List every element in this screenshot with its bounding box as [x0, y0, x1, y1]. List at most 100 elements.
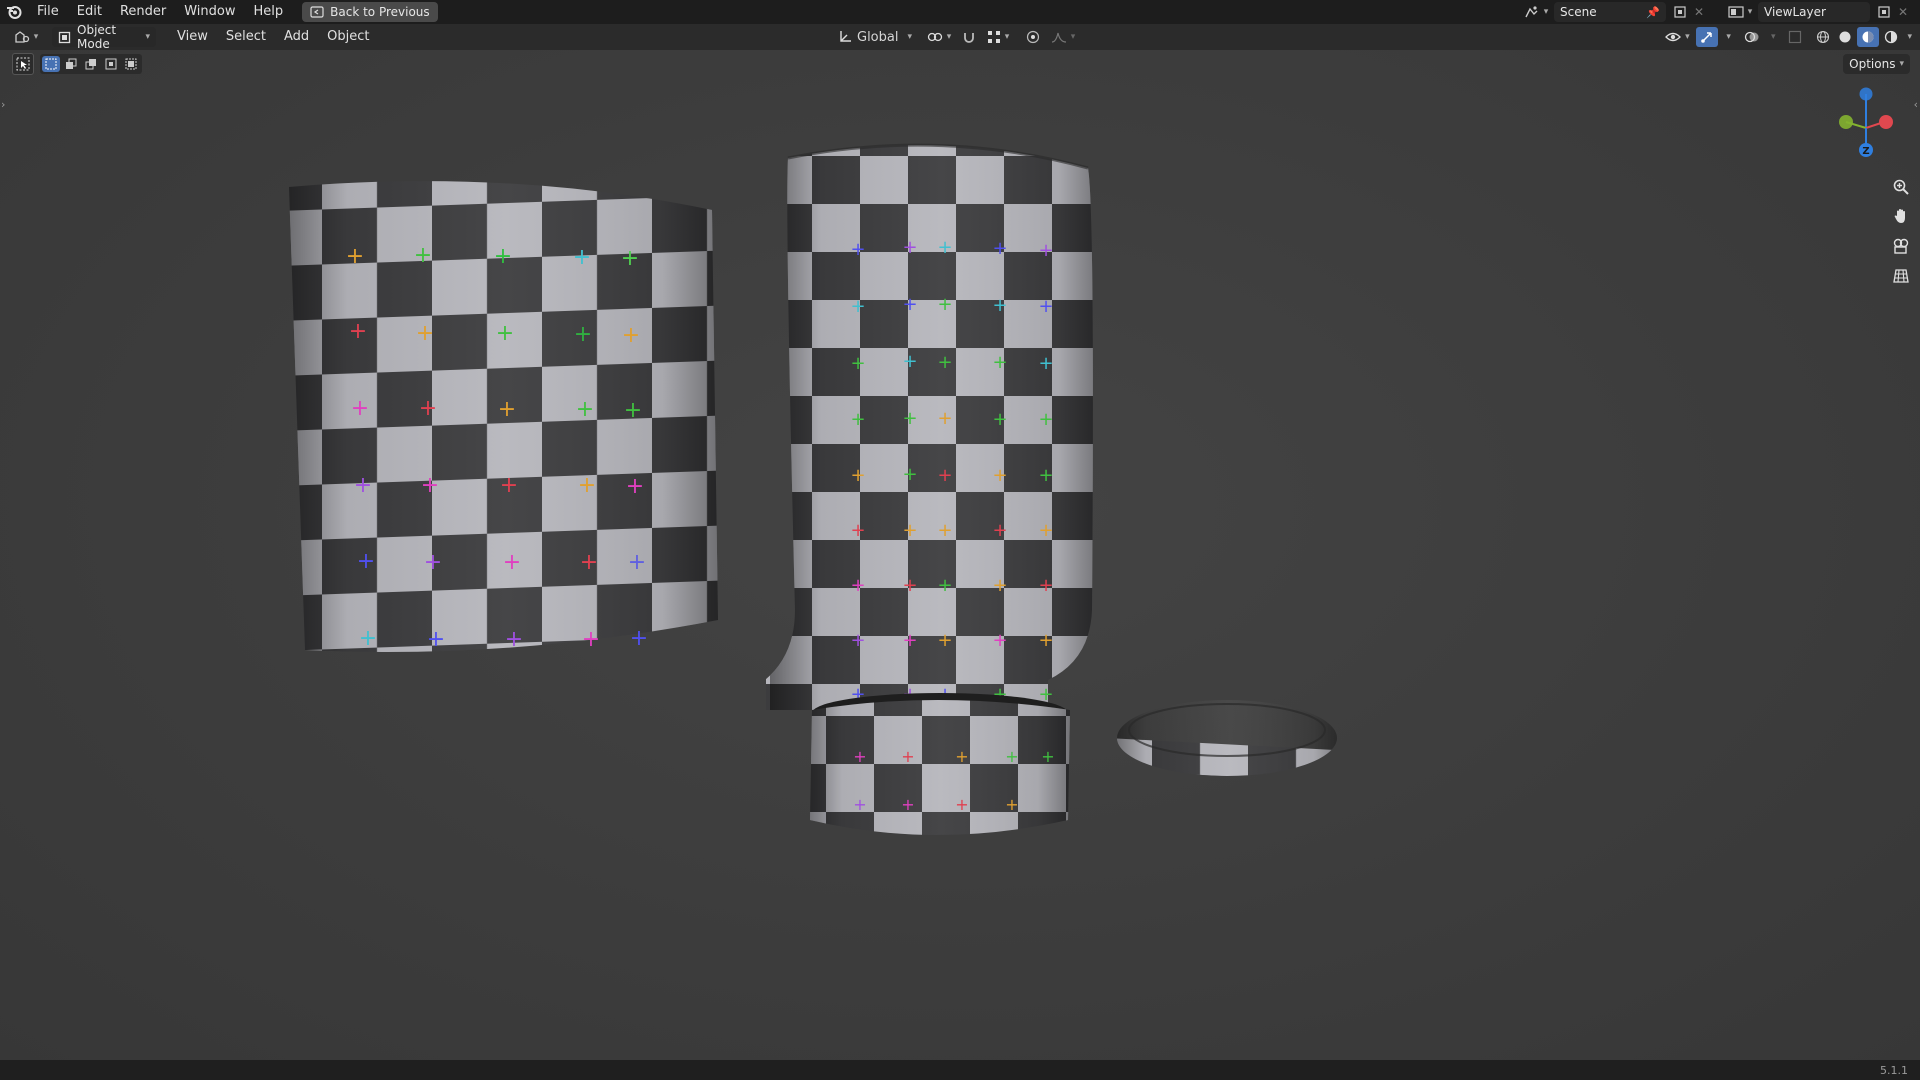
- overlay-dropdown[interactable]: ▾: [1771, 32, 1776, 42]
- new-scene-icon[interactable]: [1670, 5, 1690, 19]
- pin-icon[interactable]: 📌: [1646, 6, 1660, 19]
- gizmo-dropdown[interactable]: ▾: [1726, 32, 1731, 42]
- menu-view[interactable]: View: [168, 25, 217, 49]
- menu-help[interactable]: Help: [245, 0, 293, 24]
- gizmo-x-icon[interactable]: [1879, 115, 1893, 129]
- pivot-icon[interactable]: ▾: [924, 30, 954, 44]
- svg-text:+: +: [850, 575, 865, 596]
- gizmo-icon[interactable]: [1696, 27, 1719, 47]
- svg-text:+: +: [503, 550, 521, 575]
- svg-text:+: +: [351, 396, 369, 421]
- proportional-edit-icon[interactable]: [1024, 30, 1042, 44]
- svg-text:+: +: [505, 627, 523, 652]
- svg-text:+: +: [853, 747, 866, 766]
- svg-text:+: +: [573, 245, 591, 270]
- zoom-icon[interactable]: [1888, 174, 1914, 200]
- bottle-ring-object[interactable]: + + + + + + + + +: [800, 684, 1090, 860]
- menu-edit[interactable]: Edit: [68, 0, 111, 24]
- svg-text:+: +: [574, 322, 592, 347]
- svg-text:+: +: [937, 352, 952, 373]
- svg-text:+: +: [901, 747, 914, 766]
- svg-text:+: +: [850, 296, 865, 317]
- svg-text:+: +: [622, 323, 640, 348]
- top-bar: File Edit Render Window Help Back to Pre…: [0, 0, 1920, 24]
- svg-text:+: +: [626, 474, 644, 499]
- menu-window[interactable]: Window: [175, 0, 244, 24]
- svg-text:+: +: [902, 575, 917, 596]
- blender-logo-icon[interactable]: [0, 0, 28, 24]
- bottle-object[interactable]: + + + + + + + + + + + + + + + + + + + + + + + + + + + + + + + + + +…: [766, 130, 1110, 740]
- scene-objects: + + + + + + + + + + + + + + + + + + + + + + + + + + + + + + + + + +…: [272, 130, 1350, 860]
- svg-text:+: +: [1041, 747, 1054, 766]
- hand-icon[interactable]: [1888, 203, 1914, 229]
- svg-text:+: +: [992, 352, 1007, 373]
- gizmo-neg-z-icon[interactable]: [1859, 87, 1873, 101]
- falloff-icon[interactable]: ▾: [1048, 31, 1078, 43]
- transform-tools: Global ▾ ▾ ▾ ▾: [838, 27, 1078, 47]
- svg-text:+: +: [1038, 465, 1053, 486]
- svg-text:+: +: [1038, 630, 1053, 651]
- transform-orientation-dropdown[interactable]: Global ▾: [838, 27, 912, 47]
- camera-icon[interactable]: [1888, 233, 1914, 259]
- menu-object[interactable]: Object: [318, 25, 378, 49]
- menu-select[interactable]: Select: [217, 25, 275, 49]
- rendered-shading-icon[interactable]: [1881, 30, 1901, 44]
- svg-text:+: +: [902, 630, 917, 651]
- shading-mode-group: ▾: [1813, 27, 1912, 47]
- svg-text:+: +: [580, 550, 598, 575]
- svg-text:+: +: [1038, 296, 1053, 317]
- editor-type-icon[interactable]: ▾: [8, 30, 44, 44]
- menu-render[interactable]: Render: [111, 0, 175, 24]
- xray-icon[interactable]: [1785, 30, 1805, 44]
- svg-text:+: +: [992, 238, 1007, 259]
- view-layer-field[interactable]: ViewLayer: [1758, 2, 1870, 22]
- svg-text:+: +: [955, 795, 968, 814]
- object-mode-dropdown[interactable]: Object Mode ▾: [52, 23, 156, 51]
- close-scene-icon[interactable]: ✕: [1694, 5, 1708, 19]
- gizmo-z-label: Z: [1862, 146, 1869, 157]
- solid-shading-icon[interactable]: [1835, 30, 1855, 44]
- svg-text:+: +: [937, 520, 952, 541]
- svg-text:+: +: [1038, 520, 1053, 541]
- scene-icon[interactable]: ▾: [1522, 5, 1550, 19]
- version-label: 5.1.1: [1880, 1064, 1908, 1077]
- curved-panel-object[interactable]: + + + + + + + + + + + + + + + + + + + + + + + + + + + + + +: [272, 141, 730, 670]
- svg-text:+: +: [902, 237, 917, 258]
- material-shading-icon[interactable]: [1857, 27, 1880, 47]
- grid-icon[interactable]: [1888, 263, 1914, 289]
- scene-name-field[interactable]: Scene 📌: [1554, 2, 1666, 22]
- svg-text:+: +: [992, 575, 1007, 596]
- new-view-layer-icon[interactable]: [1874, 5, 1894, 19]
- main-menu: File Edit Render Window Help: [28, 0, 292, 24]
- visibility-icon[interactable]: ▾: [1662, 30, 1692, 44]
- lid-object[interactable]: [1110, 690, 1350, 851]
- svg-text:+: +: [1038, 409, 1053, 430]
- navigation-gizmo[interactable]: Z: [1826, 84, 1906, 174]
- wireframe-shading-icon[interactable]: [1813, 30, 1833, 44]
- back-to-previous-button[interactable]: Back to Previous: [302, 2, 438, 22]
- svg-text:+: +: [1005, 747, 1018, 766]
- menu-add[interactable]: Add: [275, 25, 318, 49]
- 3d-viewport[interactable]: Options ▾ › ‹ + + + + + + + + + + + + + …: [0, 50, 1920, 1060]
- svg-text:+: +: [850, 409, 865, 430]
- snap-target-icon[interactable]: ▾: [984, 30, 1012, 44]
- svg-text:+: +: [624, 398, 642, 423]
- header-menu: View Select Add Object: [168, 25, 378, 49]
- view-layer-icon[interactable]: ▾: [1726, 5, 1754, 19]
- svg-text:+: +: [1038, 353, 1053, 374]
- svg-text:+: +: [427, 627, 445, 652]
- snap-icon[interactable]: [960, 30, 978, 44]
- svg-text:+: +: [937, 408, 952, 429]
- close-view-layer-icon[interactable]: ✕: [1898, 5, 1912, 19]
- menu-file[interactable]: File: [28, 0, 68, 24]
- shading-dropdown[interactable]: ▾: [1907, 32, 1912, 42]
- svg-text:+: +: [354, 473, 372, 498]
- gizmo-y-icon[interactable]: [1839, 115, 1853, 129]
- svg-text:+: +: [850, 465, 865, 486]
- svg-text:+: +: [937, 575, 952, 596]
- svg-text:+: +: [494, 244, 512, 269]
- svg-text:+: +: [1005, 795, 1018, 814]
- svg-text:+: +: [582, 627, 600, 652]
- overlay-icon[interactable]: [1741, 27, 1763, 47]
- transform-orientation-icon: [838, 30, 852, 44]
